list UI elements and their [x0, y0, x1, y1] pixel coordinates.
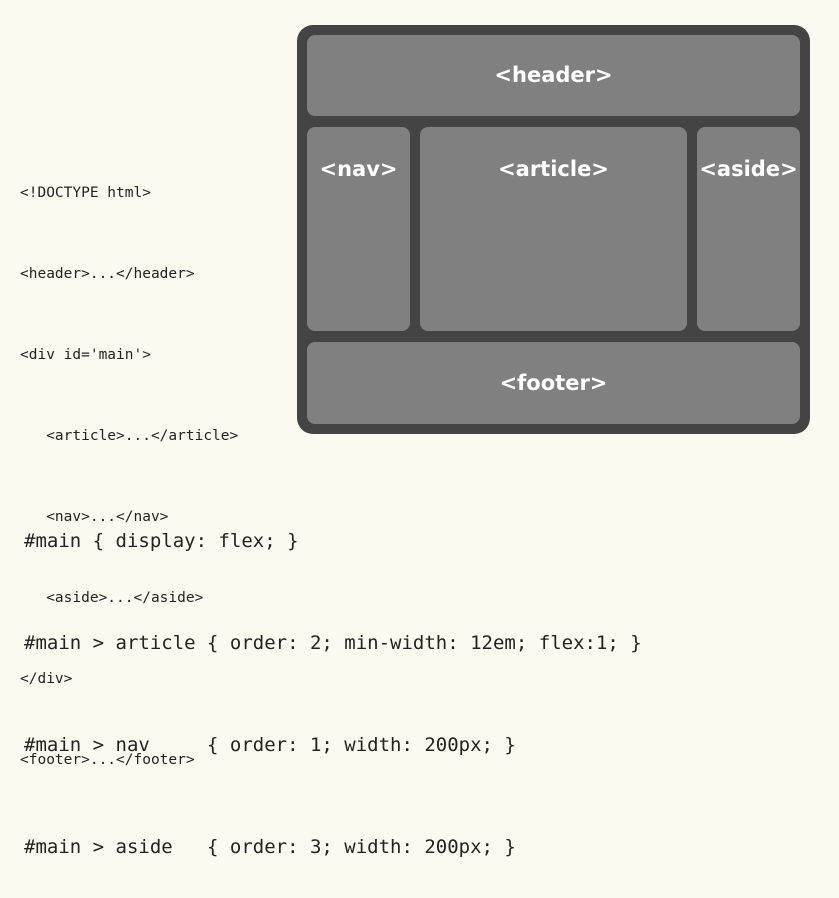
aside-box: <aside>: [697, 127, 800, 331]
header-box: <header>: [307, 35, 800, 116]
code-line: <!DOCTYPE html>: [20, 185, 151, 201]
css-line: #main > article { order: 2; min-width: 1…: [24, 632, 642, 654]
css-line: #main > nav { order: 1; width: 200px; }: [24, 734, 516, 756]
css-line: #main > aside { order: 3; width: 200px; …: [24, 836, 516, 858]
css-code: #main { display: flex; } #main > article…: [24, 456, 642, 898]
layout-diagram-frame: <header> <nav> <article> <aside> <footer…: [297, 25, 810, 434]
article-box: <article>: [420, 127, 687, 331]
code-line: <article>...</article>: [20, 428, 239, 444]
code-line: <div id='main'>: [20, 347, 151, 363]
css-line: #main { display: flex; }: [24, 530, 299, 552]
nav-box: <nav>: [307, 127, 410, 331]
code-line: <header>...</header>: [20, 266, 195, 282]
footer-box: <footer>: [307, 342, 800, 424]
